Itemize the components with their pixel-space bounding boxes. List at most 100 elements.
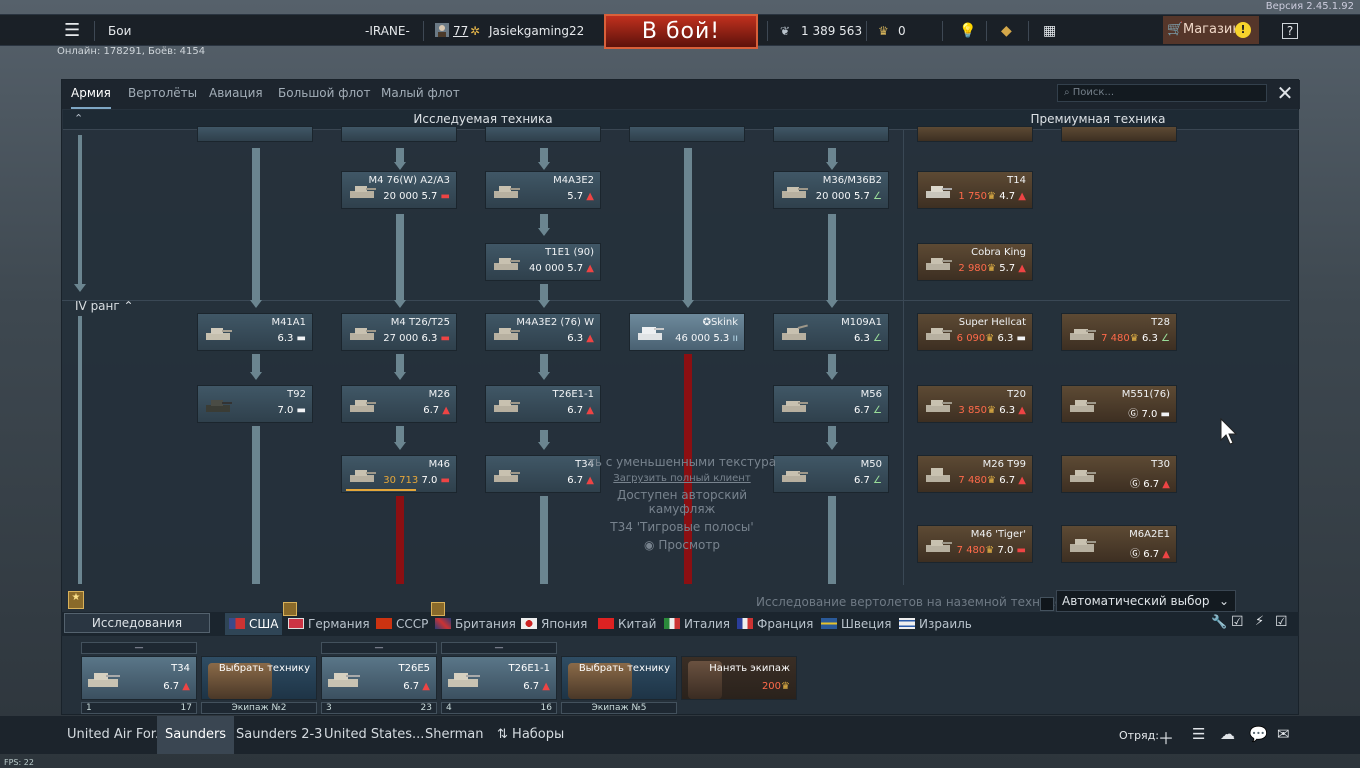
premium-card-m26-t99[interactable]: M26 T99 7 480♛ 6.7 ▲ (917, 455, 1033, 493)
nation-ussr[interactable]: СССР (376, 613, 428, 635)
vehicle-card-m56[interactable]: M56 6.7 ∠ (773, 385, 889, 423)
menu-icon[interactable]: ☰ (64, 15, 80, 47)
vehicle-card-cropped[interactable] (197, 126, 313, 142)
vehicle-card-m50[interactable]: M50 6.7 ∠ (773, 455, 889, 493)
tank-icon (448, 673, 480, 687)
chevron-up-icon: ⌃ (123, 299, 134, 313)
tab-army[interactable]: Армия (71, 80, 111, 109)
hire-crew-slot[interactable]: Нанять экипаж 200♛ (681, 642, 797, 714)
tab-aviation[interactable]: Авиация (209, 80, 263, 109)
vehicle-card-t26e1-1[interactable]: T26E1-1 6.7 ▲ (485, 385, 601, 423)
premium-card-m6a2e1[interactable]: M6A2E1 Ⓖ 6.7 ▲ (1061, 525, 1177, 563)
tank-icon (494, 258, 520, 270)
rank-iv-label[interactable]: IV ранг ⌃ (75, 299, 134, 313)
heli-research-checkbox[interactable] (1040, 597, 1054, 611)
lightbulb-icon[interactable]: 💡 (959, 15, 976, 47)
nation-usa[interactable]: США (225, 613, 283, 635)
search-input[interactable]: ⌕ Поиск... (1057, 84, 1267, 102)
collapse-up-icon[interactable]: ⌃ (74, 112, 83, 125)
vehicle-card-cropped[interactable] (773, 126, 889, 142)
japan-flag-icon (521, 618, 537, 629)
coupon-icon[interactable]: ▦ (1043, 15, 1056, 47)
tank-icon (206, 400, 232, 412)
preset-united-states[interactable]: United States... (324, 716, 424, 754)
check-icon[interactable]: ☑ (1231, 614, 1244, 630)
username[interactable]: Jasiekgaming22 (489, 15, 584, 47)
vehicle-card-m4a3e2-76[interactable]: M4A3E2 (76) W 6.3 ▲ (485, 313, 601, 351)
golden-eagles-amount[interactable]: 0 (898, 15, 906, 47)
vehicle-card-m41a1[interactable]: M41A1 6.3 ▬ (197, 313, 313, 351)
repair-all-icon[interactable]: ⚡ (1255, 614, 1264, 629)
battle-button[interactable]: В бой! (604, 14, 758, 49)
nation-sweden[interactable]: Швеция (821, 613, 891, 635)
crew-slot-4[interactable]: — T26E1-1 6.7 ▲ 4 16 (441, 642, 557, 714)
premium-card-super-hellcat[interactable]: Super Hellcat 6 090♛ 6.3 ▬ (917, 313, 1033, 351)
premium-card-t30[interactable]: T30 Ⓖ 6.7 ▲ (1061, 455, 1177, 493)
mail-icon[interactable]: ✉ (1277, 725, 1290, 743)
premium-card-cropped[interactable] (1061, 126, 1177, 142)
premium-card-t14[interactable]: T14 1 750♛ 4.7 ▲ (917, 171, 1033, 209)
sweden-flag-icon (821, 618, 837, 629)
download-full-client-link[interactable]: Загрузить полный клиент (582, 473, 782, 484)
nation-japan[interactable]: Япония (521, 613, 587, 635)
crew-slot-5[interactable]: Выбрать технику Экипаж №5 (561, 642, 677, 714)
vehicle-card-cropped[interactable] (629, 126, 745, 142)
tab-bluewater-fleet[interactable]: Большой флот (278, 80, 371, 109)
research-column-header: Исследуемая техника (413, 112, 553, 126)
check-all-icon[interactable]: ☑ (1275, 614, 1288, 630)
avatar-icon[interactable] (434, 15, 450, 47)
nation-germany[interactable]: Германия (288, 613, 370, 635)
friends-icon[interactable]: ☁ (1220, 725, 1235, 743)
premium-card-m551[interactable]: M551(76) Ⓖ 7.0 ▬ (1061, 385, 1177, 423)
vehicle-card-t1e1[interactable]: T1E1 (90) 40 000 5.7 ▲ (485, 243, 601, 281)
crew-slot-1[interactable]: — T34 6.7 ▲ 1 17 (81, 642, 197, 714)
premium-card-cropped[interactable] (917, 126, 1033, 142)
preset-saunders[interactable]: Saunders (157, 716, 235, 754)
game-mode-button[interactable]: Бои (108, 15, 131, 47)
vehicle-card-cropped[interactable] (341, 126, 457, 142)
mouse-cursor-icon (1220, 418, 1238, 445)
list-icon[interactable]: ☰ (1192, 725, 1205, 743)
vehicle-card-m109a1[interactable]: M109A1 6.3 ∠ (773, 313, 889, 351)
research-button[interactable]: Исследования (64, 613, 210, 633)
vehicle-card-m36[interactable]: M36/M36B2 20 000 5.7 ∠ (773, 171, 889, 209)
auto-select-dropdown[interactable]: Автоматический выбор ⌄ (1056, 590, 1236, 612)
tab-coastal-fleet[interactable]: Малый флот (381, 80, 460, 109)
vehicle-card-t92[interactable]: T92 7.0 ▬ (197, 385, 313, 423)
usa-flag-icon (229, 618, 245, 629)
vehicle-card-m4-76w[interactable]: M4 76(W) A2/A3 20 000 5.7 ▬ (341, 171, 457, 209)
preset-saunders-2-3[interactable]: Saunders 2-3 (236, 716, 322, 754)
premium-card-t28[interactable]: T28 7 480♛ 6.3 ∠ (1061, 313, 1177, 351)
vehicle-card-cropped[interactable] (485, 126, 601, 142)
tab-helicopters[interactable]: Вертолёты (128, 80, 197, 109)
presets-menu[interactable]: ⇅ Наборы (497, 716, 564, 754)
ussr-flag-icon (376, 618, 392, 629)
premium-card-cobra-king[interactable]: Cobra King 2 980♛ 5.7 ▲ (917, 243, 1033, 281)
wrench-icon[interactable]: 🔧 (1211, 615, 1227, 630)
nation-france[interactable]: Франция (737, 613, 813, 635)
view-camo-button[interactable]: ◉ Просмотр (582, 538, 782, 552)
battle-pass-icon[interactable]: ◆ (1001, 15, 1012, 47)
vehicle-card-skink[interactable]: ✪Skink 46 000 5.3 ıı (629, 313, 745, 351)
nation-israel[interactable]: Израиль (899, 613, 972, 635)
close-icon[interactable]: ✕ (1274, 82, 1296, 104)
crew-slot-3[interactable]: — T26E5 6.7 ▲ 3 23 (321, 642, 437, 714)
silver-lions-amount[interactable]: 1 389 563 (801, 15, 862, 47)
vehicle-card-m4-t26[interactable]: M4 T26/T25 27 000 6.3 ▬ (341, 313, 457, 351)
preset-sherman[interactable]: Sherman (425, 716, 483, 754)
nation-britain[interactable]: Британия (435, 613, 516, 635)
shop-button[interactable]: 🛒 Магазин ! (1163, 16, 1259, 44)
vehicle-type-tabs: Армия Вертолёты Авиация Большой флот Мал… (62, 80, 1300, 109)
crew-slot-2[interactable]: Выбрать технику Экипаж №2 (201, 642, 317, 714)
vehicle-card-m4a3e2[interactable]: M4A3E2 5.7 ▲ (485, 171, 601, 209)
premium-card-m46-tiger[interactable]: M46 'Tiger' 7 480♛ 7.0 ▬ (917, 525, 1033, 563)
chat-icon[interactable]: 💬 (1249, 725, 1268, 743)
premium-card-t20[interactable]: T20 3 850♛ 6.3 ▲ (917, 385, 1033, 423)
vehicle-card-m26[interactable]: M26 6.7 ▲ (341, 385, 457, 423)
nation-italy[interactable]: Италия (664, 613, 730, 635)
preset-united-air-force[interactable]: United Air For... (67, 716, 167, 754)
nation-china[interactable]: Китай (598, 613, 656, 635)
help-button[interactable]: ? (1282, 15, 1298, 47)
vehicle-card-m46[interactable]: M46 30 713 7.0 ▬ (341, 455, 457, 493)
add-icon[interactable]: ＋ (1158, 725, 1174, 749)
